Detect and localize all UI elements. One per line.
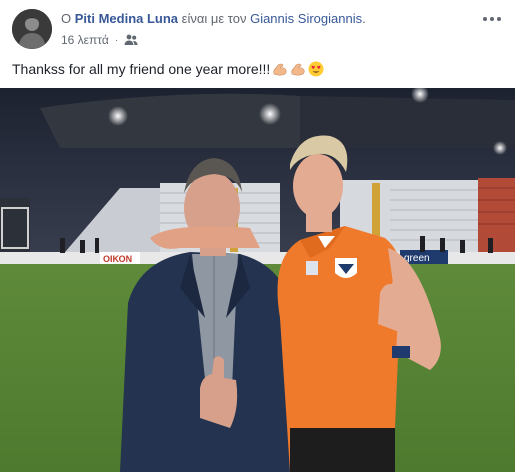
post-message: Thankss for all my friend one year more!… (12, 61, 324, 77)
sponsor-left-text: ΟΙΚΟΝ (103, 254, 132, 264)
stadium-photo: ΟΙΚΟΝ green (0, 88, 515, 472)
post-photo[interactable]: ΟΙΚΟΝ green (0, 88, 515, 472)
facebook-post: Ο Piti Medina Luna είναι με τον Giannis … (0, 0, 515, 472)
heart-eyes-emoji (308, 61, 324, 77)
headline-prefix: Ο (61, 11, 72, 26)
post-meta: 16 λεπτά · (61, 33, 138, 47)
flexed-biceps-emoji (291, 63, 305, 76)
author-name-link[interactable]: Piti Medina Luna (75, 11, 178, 26)
friends-icon[interactable] (124, 34, 138, 46)
with-text: είναι με τον (181, 11, 247, 26)
post-headline: Ο Piti Medina Luna είναι με τον Giannis … (61, 11, 366, 26)
avatar-photo-icon (12, 9, 52, 49)
post-header: Ο Piti Medina Luna είναι με τον Giannis … (0, 0, 515, 56)
post-message-text: Thankss for all my friend one year more!… (12, 61, 271, 77)
author-avatar[interactable] (12, 9, 52, 49)
tagged-user-link[interactable]: Giannis Sirogiannis (250, 11, 362, 26)
more-options-icon[interactable] (483, 14, 503, 24)
flexed-biceps-emoji (273, 63, 287, 76)
post-timestamp[interactable]: 16 λεπτά (61, 33, 109, 47)
meta-separator: · (114, 34, 119, 46)
tagged-suffix: . (362, 11, 366, 26)
